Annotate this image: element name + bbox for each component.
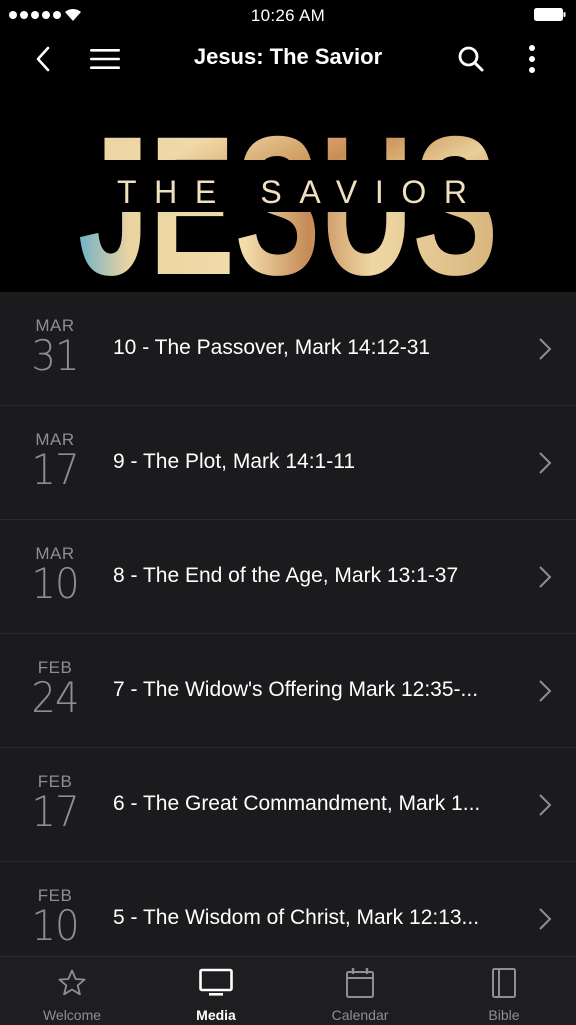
chevron-right-icon [539, 908, 552, 930]
back-button[interactable] [26, 30, 60, 88]
sermon-date: MAR 31 [18, 316, 92, 380]
sermon-date: FEB 10 [18, 886, 92, 950]
tab-calendar[interactable]: Calendar [288, 957, 432, 1025]
sermon-date: FEB 24 [18, 658, 92, 722]
sermon-title: 8 - The End of the Age, Mark 13:1-37 [113, 564, 459, 587]
status-time: 10:26 AM [250, 6, 326, 25]
sermon-date: FEB 17 [18, 772, 92, 836]
calendar-icon [343, 967, 377, 999]
chevron-right-icon [539, 452, 552, 474]
list-item[interactable]: FEB 10 5 - The Wisdom of Christ, Mark 12… [0, 862, 576, 956]
more-vertical-icon [529, 45, 535, 73]
sermon-list: MAR 31 10 - The Passover, Mark 14:12-31 … [0, 292, 576, 956]
status-bar: 10:26 AM [0, 0, 576, 30]
tab-label: Media [196, 1007, 236, 1023]
more-options-button[interactable] [518, 30, 546, 88]
menu-button[interactable] [86, 30, 124, 88]
tab-bible[interactable]: Bible [432, 957, 576, 1025]
tab-label: Calendar [331, 1007, 389, 1023]
star-icon [55, 967, 89, 999]
date-day: 17 [31, 787, 79, 836]
tab-label: Welcome [42, 1007, 102, 1023]
chevron-right-icon [539, 680, 552, 702]
search-button[interactable] [454, 30, 488, 88]
sermon-title: 9 - The Plot, Mark 14:1-11 [113, 450, 356, 473]
series-banner: JESUS JESUS THE SAVIOR [0, 88, 576, 292]
list-item[interactable]: FEB 17 6 - The Great Commandment, Mark 1… [0, 748, 576, 862]
battery-icon [534, 8, 566, 21]
chevron-right-icon [539, 338, 552, 360]
chevron-right-icon [539, 566, 552, 588]
tab-label: Bible [488, 1007, 520, 1023]
list-item[interactable]: FEB 24 7 - The Widow's Offering Mark 12:… [0, 634, 576, 748]
date-day: 24 [31, 673, 79, 722]
sermon-title: 6 - The Great Commandment, Mark 1... [113, 792, 481, 815]
series-artwork: JESUS JESUS THE SAVIOR [78, 95, 498, 292]
tab-welcome[interactable]: Welcome [0, 957, 144, 1025]
page-title: Jesus: The Savior [193, 44, 383, 69]
monitor-icon [199, 967, 233, 999]
list-item[interactable]: MAR 10 8 - The End of the Age, Mark 13:1… [0, 520, 576, 634]
sermon-date: MAR 10 [18, 544, 92, 608]
date-day: 10 [31, 559, 79, 608]
tab-bar: Welcome Media Calendar Bible [0, 956, 576, 1025]
date-day: 10 [31, 901, 79, 950]
banner-subtitle: THE SAVIOR [117, 174, 467, 210]
chevron-left-icon [36, 46, 50, 72]
list-item[interactable]: MAR 17 9 - The Plot, Mark 14:1-11 [0, 406, 576, 520]
sermon-title: 5 - The Wisdom of Christ, Mark 12:13... [113, 906, 480, 929]
navigation-bar: Jesus: The Savior [0, 30, 576, 88]
list-item[interactable]: MAR 31 10 - The Passover, Mark 14:12-31 [0, 292, 576, 406]
date-day: 31 [31, 331, 79, 380]
chevron-right-icon [539, 794, 552, 816]
date-day: 17 [31, 445, 79, 494]
search-icon [458, 46, 484, 72]
tab-media[interactable]: Media [144, 957, 288, 1025]
sermon-title: 7 - The Widow's Offering Mark 12:35-... [113, 678, 479, 701]
book-icon [487, 967, 521, 999]
hamburger-menu-icon [90, 49, 120, 69]
sermon-title: 10 - The Passover, Mark 14:12-31 [113, 336, 431, 359]
sermon-date: MAR 17 [18, 430, 92, 494]
